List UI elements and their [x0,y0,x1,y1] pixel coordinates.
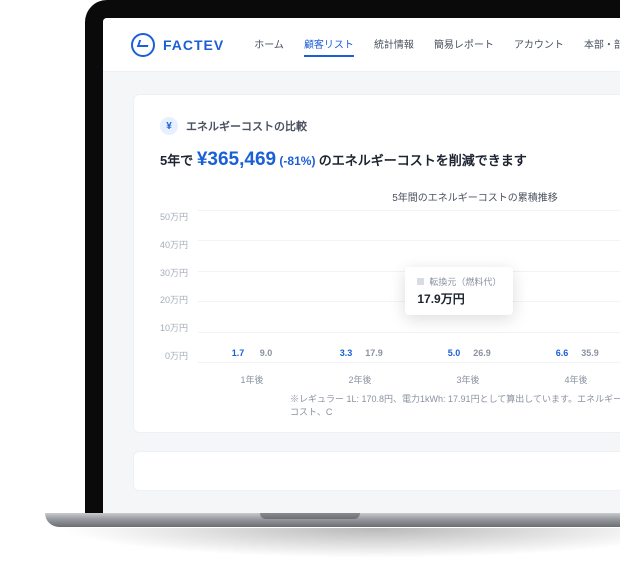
x-label: 2年後 [348,373,371,386]
top-navbar: FACTEV ホーム 顧客リスト 統計情報 簡易レポート アカウント 本部・部署 [103,18,620,72]
nav-customers[interactable]: 顧客リスト [304,32,354,57]
x-label: 4年後 [564,373,587,386]
nav-report[interactable]: 簡易レポート [434,32,494,57]
chart-plot: 1.7 9.0 3.3 17.9 5.0 26.9 6.6 35.9 1年後 2年後 3年後 … [198,206,620,386]
card-title: エネルギーコストの比較 [186,118,307,134]
yen-icon: ¥ [160,117,178,135]
y-tick: 40万円 [160,238,188,251]
nav-home[interactable]: ホーム [254,32,284,57]
chart-title: 5年間のエネルギーコストの累積推移 [160,189,620,204]
y-tick: 10万円 [160,321,188,334]
laptop-notch [260,513,360,519]
laptop-shadow [60,528,620,558]
y-tick: 30万円 [160,266,188,279]
x-label: 3年後 [456,373,479,386]
brand-logo-icon [131,33,155,57]
chart-x-axis: 1年後 2年後 3年後 4年後 [198,373,620,386]
card-heading: ¥ エネルギーコストの比較 [160,117,620,135]
brand-name: FACTEV [163,37,224,53]
main-nav: ホーム 顧客リスト 統計情報 簡易レポート アカウント 本部・部署 [254,32,620,57]
chart-tooltip: 転換元（燃料代） 17.9万円 [405,267,513,315]
bar-value-label: 3.3 [340,348,353,358]
headline-amount: ¥365,469 [197,149,276,170]
brand-logo[interactable]: FACTEV [131,33,224,57]
chart-y-axis: 50万円 40万円 30万円 20万円 10万円 0万円 [160,206,198,386]
nav-hq[interactable]: 本部・部署 [584,32,620,57]
energy-cost-chart: 50万円 40万円 30万円 20万円 10万円 0万円 [160,206,620,386]
y-tick: 20万円 [160,293,188,306]
y-tick: 0万円 [160,349,188,362]
bar-value-label: 1.7 [232,348,245,358]
savings-headline: 5年で ¥365,469 (-81%) のエネルギーコストを削減できます [160,149,620,171]
chart-footnote: ※レギュラー 1L: 170.8円、電力1kWh: 17.91円として算出してい… [160,392,620,418]
headline-pre: 5年で [160,153,197,168]
laptop-frame: FACTEV ホーム 顧客リスト 統計情報 簡易レポート アカウント 本部・部署… [85,0,620,515]
bar-value-label: 26.9 [473,348,491,358]
app-screen: FACTEV ホーム 顧客リスト 統計情報 簡易レポート アカウント 本部・部署… [103,18,620,515]
grid-line [198,362,620,363]
tooltip-swatch-icon [417,278,424,285]
y-tick: 50万円 [160,210,188,223]
bar-value-label: 35.9 [581,348,599,358]
nav-stats[interactable]: 統計情報 [374,32,414,57]
tooltip-series-label: 転換元（燃料代） [429,275,501,288]
bar-value-label: 17.9 [365,348,383,358]
content-area: ¥ エネルギーコストの比較 5年で ¥365,469 (-81%) のエネルギー… [103,72,620,513]
tooltip-label-row: 転換元（燃料代） [417,275,501,288]
headline-post: のエネルギーコストを削減できます [319,153,527,168]
headline-pct: (-81%) [276,154,319,168]
bar-value-label: 5.0 [448,348,461,358]
bar-value-label: 6.6 [556,348,569,358]
energy-cost-card: ¥ エネルギーコストの比較 5年で ¥365,469 (-81%) のエネルギー… [133,94,620,433]
x-label: 1年後 [241,373,264,386]
tooltip-value: 17.9万円 [417,290,501,307]
next-card [133,451,620,491]
bar-value-label: 9.0 [260,348,273,358]
nav-account[interactable]: アカウント [514,32,564,57]
